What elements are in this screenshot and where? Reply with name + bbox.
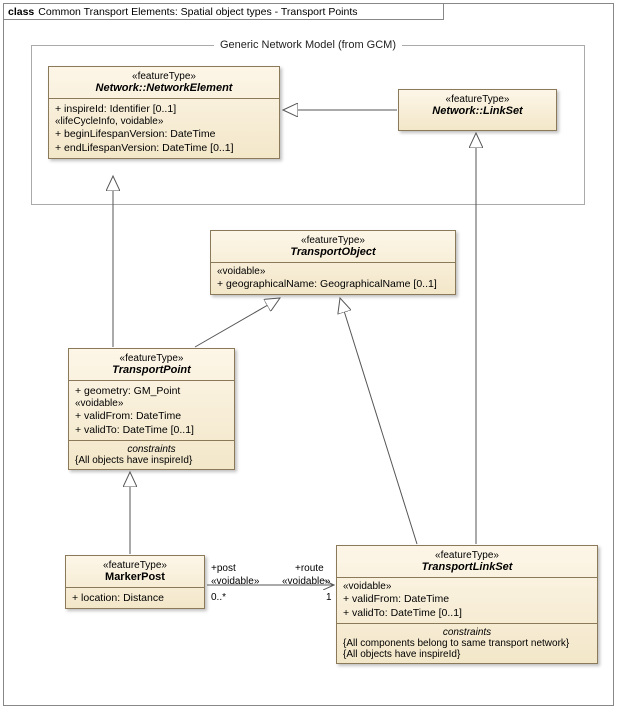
class-name: TransportObject [217, 246, 449, 258]
assoc-post-stereo: «voidable» [211, 576, 259, 587]
class-marker-post: «featureType» MarkerPost + location: Dis… [65, 555, 205, 609]
attr: + geometry: GM_Point [75, 384, 228, 398]
constraint: {All components belong to same transport… [343, 638, 591, 649]
constraint: {All objects have inspireId} [343, 649, 591, 660]
assoc-route-mult: 1 [326, 592, 332, 603]
stereotype: «featureType» [72, 560, 198, 571]
class-name: TransportPoint [75, 364, 228, 376]
attr: + beginLifespanVersion: DateTime [55, 127, 273, 141]
class-name: MarkerPost [72, 571, 198, 583]
attr-group: «lifeCycleInfo, voidable» [55, 116, 273, 127]
attr-group: «voidable» [75, 398, 228, 409]
stereotype: «featureType» [405, 94, 550, 105]
class-transport-object: «featureType» TransportObject «voidable»… [210, 230, 456, 295]
class-name: Network::NetworkElement [55, 82, 273, 94]
frame-keyword: class [8, 6, 34, 18]
constraints-title: constraints [75, 444, 228, 455]
constraints-title: constraints [343, 627, 591, 638]
class-network-element: «featureType» Network::NetworkElement + … [48, 66, 280, 159]
frame-title-tab: class Common Transport Elements: Spatial… [4, 4, 444, 20]
assoc-route-role: +route [295, 563, 324, 574]
attr: + location: Distance [72, 591, 198, 605]
stereotype: «featureType» [343, 550, 591, 561]
assoc-post-role: +post [211, 563, 236, 574]
attr: + geographicalName: GeographicalName [0.… [217, 277, 449, 291]
frame-title: Common Transport Elements: Spatial objec… [38, 6, 357, 18]
attr: + endLifespanVersion: DateTime [0..1] [55, 141, 273, 155]
attr: + validTo: DateTime [0..1] [75, 423, 228, 437]
stereotype: «featureType» [55, 71, 273, 82]
attr-group: «voidable» [343, 581, 591, 592]
class-transport-point: «featureType» TransportPoint + geometry:… [68, 348, 235, 470]
assoc-post-mult: 0..* [211, 592, 226, 603]
class-name: TransportLinkSet [343, 561, 591, 573]
assoc-route-stereo: «voidable» [282, 576, 330, 587]
attr: + validTo: DateTime [0..1] [343, 606, 591, 620]
stereotype: «featureType» [75, 353, 228, 364]
stereotype: «featureType» [217, 235, 449, 246]
attr-group: «voidable» [217, 266, 449, 277]
class-transport-link-set: «featureType» TransportLinkSet «voidable… [336, 545, 598, 664]
class-link-set: «featureType» Network::LinkSet [398, 89, 557, 131]
attr: + validFrom: DateTime [343, 592, 591, 606]
class-name: Network::LinkSet [405, 105, 550, 117]
package-label: Generic Network Model (from GCM) [214, 39, 402, 51]
constraint: {All objects have inspireId} [75, 455, 228, 466]
attr: + validFrom: DateTime [75, 409, 228, 423]
attr: + inspireId: Identifier [0..1] [55, 102, 273, 116]
